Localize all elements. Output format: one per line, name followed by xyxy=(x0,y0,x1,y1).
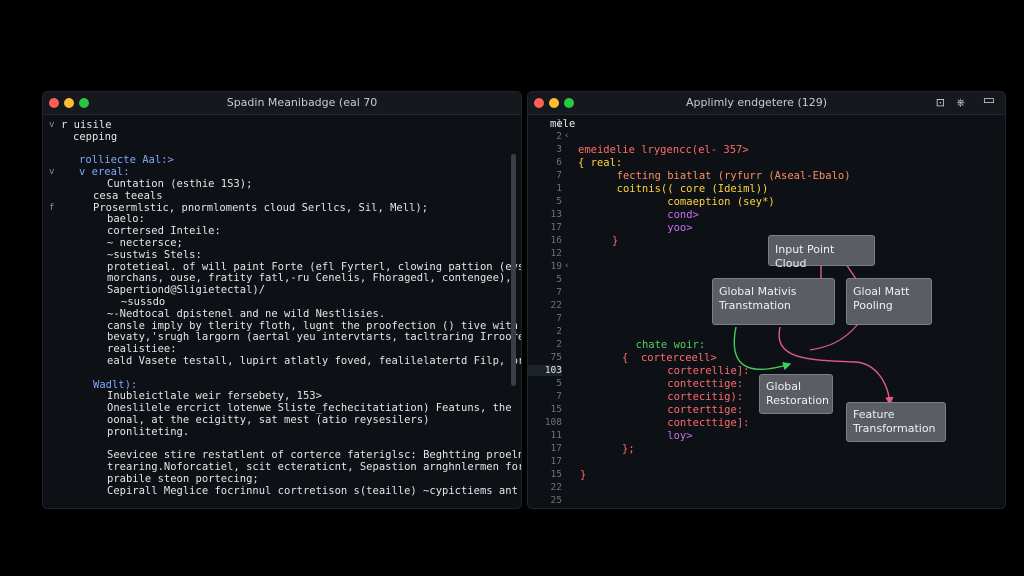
document-line: baelo: xyxy=(107,213,145,226)
fold-toggle-icon[interactable]: v xyxy=(49,119,54,131)
document-line: rolliecte Aal:> xyxy=(79,154,174,167)
document-line: Cuntation (esthie 1S3); xyxy=(107,178,253,190)
document-line: prabile steon portecing; xyxy=(107,473,259,485)
edge-transform-to-restoration xyxy=(733,326,792,371)
right-editor-window: Applimly endgetere (129) ⊡ ⎈ ▭ 1 2 3 6 7 1 5 13… xyxy=(527,91,1006,509)
document-line: trearing.Noforcatiel, scit ecteraticnt, … xyxy=(107,461,522,474)
document-line: ~-Nedtocal dpistenel and ne wild Nestlis… xyxy=(107,307,386,320)
node-global-matrix-transformation: Global Mativis Transtmation xyxy=(712,278,835,325)
left-editor-window: Spadin Meanibadge (eal 70 r uisile ceppin… xyxy=(42,91,522,509)
document-line: pronliteting. xyxy=(107,425,190,438)
document-line: Sapertiond@Sligietectal)/ xyxy=(107,284,266,297)
document-line: morchans, ouse, fratity fatl,-ru Cenelis… xyxy=(107,272,512,285)
node-global-max-pooling: Gloal Matt Pooling xyxy=(846,278,932,325)
edge-pooling-to-restoration xyxy=(809,323,859,351)
fold-toggle-icon[interactable]: f xyxy=(49,202,54,214)
document-line: bevaty,'srugh largorn (aertal yeu interv… xyxy=(107,331,522,344)
left-title-bar: Spadin Meanibadge (eal 70 xyxy=(43,92,521,115)
document-line: realistiee: xyxy=(107,343,177,356)
minimize-window-button[interactable] xyxy=(64,98,74,108)
node-feature-transformation: Feature Transformation xyxy=(846,402,946,442)
node-input-point-cloud: Input Point Cloud xyxy=(768,235,875,270)
left-document-body[interactable]: r uisile cepping rolliecte Aal:> v ereal: Cu… xyxy=(43,115,521,508)
document-line: oonal, at the ecigitty, sat mest (atio r… xyxy=(107,414,430,426)
document-line: eald Vasete testall, lupirt atlatly fove… xyxy=(107,355,522,367)
left-scrollbar-thumb[interactable] xyxy=(511,154,516,386)
document-line: ~sustwis Stels: xyxy=(107,248,202,261)
document-line: cansle imply by tlerity floth, lugnt the… xyxy=(107,319,518,332)
close-window-button[interactable] xyxy=(49,98,59,108)
document-line: Oneslilele ercrict lotenwe Sliste_fechec… xyxy=(107,402,512,415)
document-line: r uisile xyxy=(61,119,112,131)
maximize-window-button[interactable] xyxy=(79,98,89,108)
node-global-restoration: Global Restoration xyxy=(759,374,833,414)
document-line: Prosermlstic, pnormloments cloud Serllcs… xyxy=(93,201,429,214)
document-line: ~sussdo xyxy=(121,296,166,308)
document-line: cepping xyxy=(73,130,118,143)
document-line: Seevicee stire restatlent of corterce fa… xyxy=(107,449,522,462)
document-line: Cepirall Meglice focrinnul cortretison s… xyxy=(107,484,518,497)
document-line: cortersed Inteile: xyxy=(107,225,221,238)
document-line: Inubleictlale weir fersebety, 153> xyxy=(107,390,322,403)
left-window-title: Spadin Meanibadge (eal 70 xyxy=(226,96,378,109)
document-line: ~ nectersce; xyxy=(107,237,183,249)
document-line: v ereal: xyxy=(79,166,130,179)
fold-toggle-icon[interactable]: v xyxy=(49,166,54,178)
document-line: protetieal. of will paint Forte (efl Fyr… xyxy=(107,260,521,273)
document-line: cesa teeals xyxy=(93,189,163,202)
document-line: Wadlt): xyxy=(93,378,138,391)
